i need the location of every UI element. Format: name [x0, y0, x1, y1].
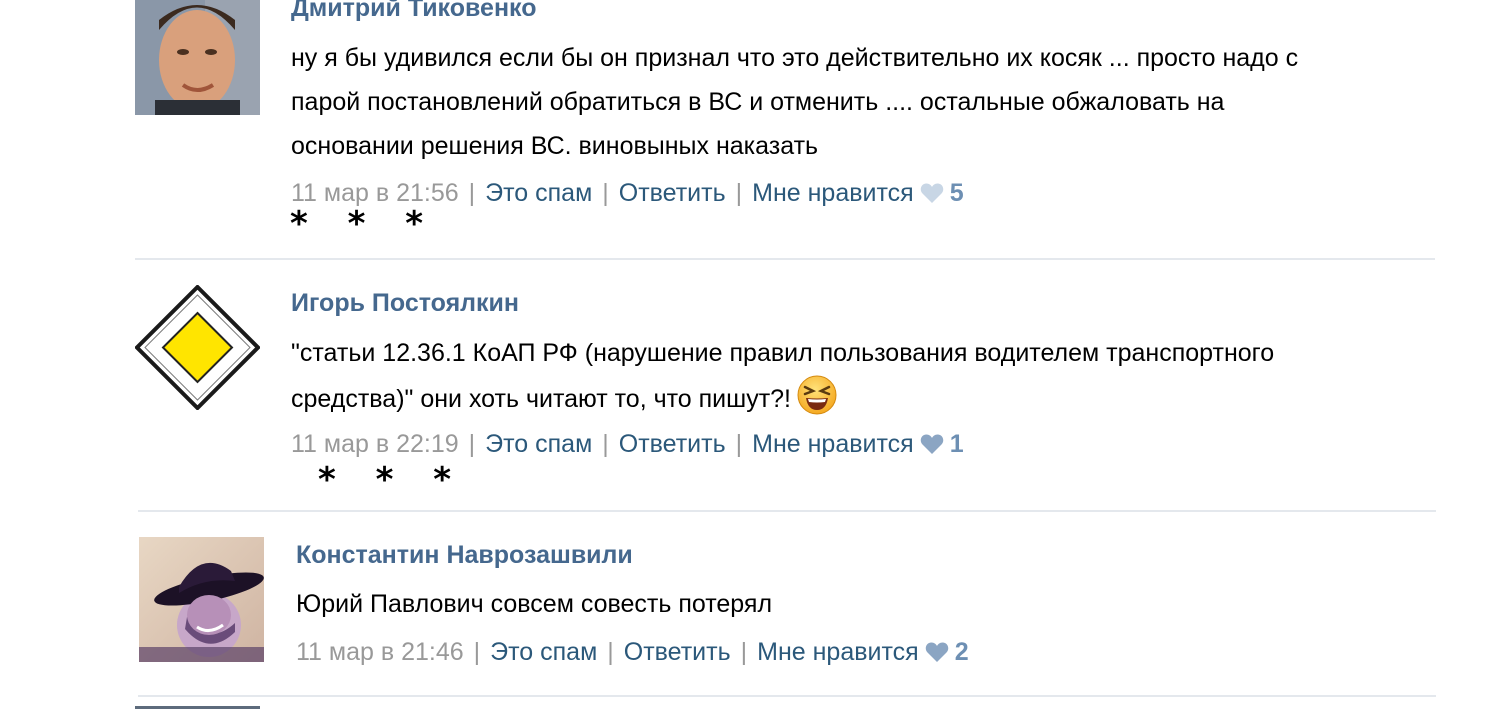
- comment-text-line: ну я бы удивился если бы он признал что …: [291, 44, 1299, 72]
- avatar[interactable]: [139, 537, 264, 662]
- separator: |: [735, 430, 743, 458]
- separator: |: [607, 638, 614, 666]
- reply-link[interactable]: Ответить: [619, 179, 726, 207]
- laughing-emoji-icon: [797, 375, 837, 429]
- reply-link[interactable]: Ответить: [619, 430, 726, 458]
- separator: |: [473, 638, 481, 666]
- avatar[interactable]: [135, 0, 260, 115]
- heart-icon[interactable]: [920, 181, 944, 211]
- like-link[interactable]: Мне нравится: [757, 638, 919, 666]
- like-link[interactable]: Мне нравится: [752, 179, 914, 207]
- comment-text: ну я бы удивился если бы он признал что …: [291, 36, 1298, 168]
- heart-icon[interactable]: [920, 432, 944, 462]
- separator: |: [602, 179, 609, 207]
- spam-link[interactable]: Это спам: [490, 638, 597, 666]
- separator: |: [735, 179, 743, 207]
- spam-link[interactable]: Это спам: [485, 179, 592, 207]
- comment-date[interactable]: 11 мар в 21:46: [296, 638, 464, 666]
- comment-meta: 11 мар в 22:19 | Это спам | Ответить | Мне нра…: [291, 429, 964, 462]
- avatar[interactable]: [135, 285, 260, 410]
- comment-date[interactable]: 11 мар в 21:56: [291, 179, 459, 207]
- separator-stars: * * *: [318, 460, 466, 500]
- like-count: 2: [954, 638, 969, 666]
- separator: |: [740, 638, 748, 666]
- comment-author[interactable]: Константин Наврозашвили: [296, 540, 633, 570]
- reply-link[interactable]: Ответить: [624, 638, 731, 666]
- comment-text-line-with-emoji: средства)" они хоть читают то, что пишут…: [291, 375, 1274, 429]
- comment-divider: [138, 695, 1436, 697]
- cut-off-row: ··· · ········ · ········ · ········· ··…: [291, 222, 1051, 230]
- spam-link[interactable]: Это спам: [485, 430, 592, 458]
- separator: |: [468, 179, 476, 207]
- comment-text-line: средства)" они хоть читают то, что пишут…: [291, 385, 791, 413]
- comment-meta: 11 мар в 21:46 | Это спам | Ответить | Мне нра…: [296, 637, 969, 670]
- like-count: 5: [949, 179, 964, 207]
- comment-text-line: "статьи 12.36.1 КоАП РФ (нарушение прави…: [291, 339, 1275, 367]
- comment-text-line: Юрий Павлович совсем совесть потерял: [296, 590, 773, 618]
- comment-text-line: основании решения ВС. виновыных наказать: [291, 132, 819, 160]
- comment-text-line: парой постановлений обратиться в ВС и от…: [291, 88, 1225, 116]
- comment-author[interactable]: Дмитрий Тиковенко: [291, 0, 537, 23]
- comment-divider: [135, 258, 1435, 260]
- like-count: 1: [949, 430, 964, 458]
- comment-author[interactable]: Игорь Постоялкин: [291, 288, 519, 318]
- comment-date[interactable]: 11 мар в 22:19: [291, 430, 459, 458]
- separator: |: [468, 430, 476, 458]
- like-link[interactable]: Мне нравится: [752, 430, 914, 458]
- comment-divider: [138, 510, 1436, 512]
- heart-icon[interactable]: [925, 640, 949, 670]
- comment-text: Юрий Павлович совсем совесть потерял: [296, 582, 772, 626]
- separator: |: [602, 430, 609, 458]
- comment-text: "статьи 12.36.1 КоАП РФ (нарушение прави…: [291, 331, 1274, 429]
